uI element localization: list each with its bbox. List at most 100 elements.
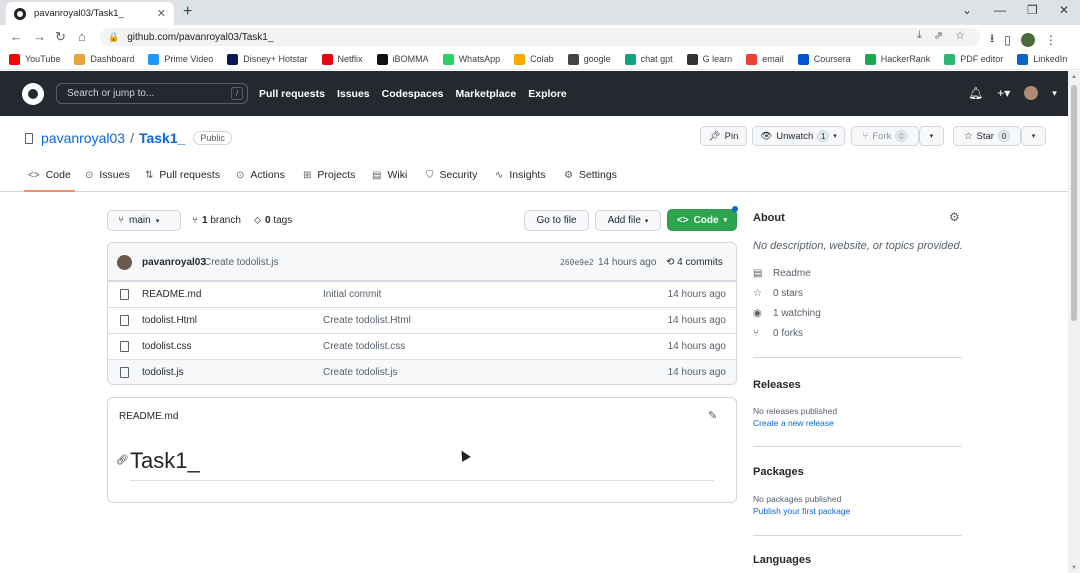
- tab-settings[interactable]: ⚙ Settings: [564, 169, 617, 181]
- nav-codespaces[interactable]: Codespaces: [382, 88, 444, 100]
- commit-author-avatar[interactable]: [117, 255, 132, 270]
- tab-search-icon[interactable]: ⌄: [962, 3, 972, 17]
- bookmark-item[interactable]: PDF editor: [944, 53, 1003, 65]
- file-commit-message-link[interactable]: Create todolist.css: [323, 341, 405, 352]
- tab-issues[interactable]: ⊙ Issues: [85, 169, 130, 181]
- branch-select[interactable]: ⑂ main ▾: [107, 210, 181, 231]
- tab-projects[interactable]: ⊞ Projects: [303, 169, 355, 181]
- download-icon[interactable]: ⭳: [990, 29, 994, 50]
- create-new-icon[interactable]: +▾: [997, 86, 1010, 100]
- fork-dropdown-button[interactable]: ▾: [919, 126, 944, 146]
- add-file-button[interactable]: Add file ▾: [595, 210, 661, 231]
- file-commit-message-link[interactable]: Initial commit: [323, 289, 381, 300]
- tab-actions[interactable]: ⊙ Actions: [236, 169, 285, 181]
- sidepanel-icon[interactable]: ▯: [1004, 33, 1011, 47]
- unwatch-button[interactable]: 👁︎ Unwatch 1 ▾: [752, 126, 845, 146]
- bookmark-item[interactable]: google: [567, 53, 611, 65]
- sidebar-divider: [753, 357, 962, 358]
- pin-button[interactable]: 📌︎ Pin: [700, 126, 747, 146]
- bookmark-item[interactable]: Colab: [514, 53, 554, 65]
- search-input[interactable]: Search or jump to... /: [56, 83, 248, 104]
- branches-link[interactable]: ⑂ 1 branch: [192, 215, 241, 226]
- bookmark-item[interactable]: G learn: [686, 53, 732, 65]
- avatar-dropdown-icon[interactable]: ▾: [1052, 88, 1057, 99]
- scrollbar-thumb[interactable]: [1071, 85, 1077, 321]
- commit-hash-link[interactable]: 260e9e2: [560, 258, 594, 267]
- bookmark-item[interactable]: email: [746, 53, 784, 65]
- fork-button[interactable]: ⑂ Fork 0: [851, 126, 919, 146]
- bookmark-item[interactable]: Disney+ Hotstar: [227, 53, 308, 65]
- commit-message-link[interactable]: Create todolist.js: [204, 257, 278, 268]
- install-icon[interactable]: ⤓: [917, 29, 922, 42]
- nav-pull-requests[interactable]: Pull requests: [259, 88, 325, 100]
- tab-security[interactable]: ⛉ Security: [426, 169, 477, 181]
- packages-heading[interactable]: Packages: [753, 466, 804, 478]
- tab-code[interactable]: <> Code: [28, 169, 71, 181]
- tab-close-icon[interactable]: ✕: [157, 7, 166, 20]
- tab-pull-requests[interactable]: ⇅ Pull requests: [145, 169, 220, 181]
- bookmark-item[interactable]: chat gpt: [624, 53, 673, 65]
- nav-marketplace[interactable]: Marketplace: [456, 88, 517, 100]
- bookmark-item[interactable]: HackerRank: [864, 53, 930, 65]
- repo-owner-link[interactable]: pavanroyal03: [41, 130, 125, 146]
- bookmark-item[interactable]: Netflix: [321, 53, 363, 65]
- file-commit-message-link[interactable]: Create todolist.Html: [323, 315, 411, 326]
- home-icon[interactable]: ⌂: [78, 29, 86, 44]
- bookmark-item[interactable]: Prime Video: [148, 53, 213, 65]
- minimize-icon[interactable]: —: [994, 3, 1006, 17]
- forward-icon[interactable]: →: [33, 29, 46, 44]
- star-dropdown-button[interactable]: ▾: [1021, 126, 1046, 146]
- maximize-icon[interactable]: ❐: [1027, 3, 1038, 17]
- back-icon[interactable]: ←: [10, 29, 23, 44]
- releases-heading[interactable]: Releases: [753, 379, 801, 391]
- stars-link[interactable]: ☆ 0 stars: [753, 288, 803, 299]
- scroll-down-icon[interactable]: ▼: [1071, 565, 1077, 571]
- nav-issues[interactable]: Issues: [337, 88, 370, 100]
- scroll-up-icon[interactable]: ▲: [1071, 74, 1077, 80]
- forks-link[interactable]: ⑂ 0 forks: [753, 328, 803, 339]
- commits-link[interactable]: ⟲ 4 commits: [666, 257, 723, 268]
- bookmark-item[interactable]: Coursera: [797, 53, 851, 65]
- profile-avatar[interactable]: [1020, 32, 1035, 47]
- commit-author-link[interactable]: pavanroyal03: [142, 257, 206, 268]
- pull-request-icon: ⇅: [145, 169, 154, 181]
- bookmark-item[interactable]: WhatsApp: [442, 53, 500, 65]
- github-logo-icon[interactable]: [22, 83, 44, 105]
- create-release-link[interactable]: Create a new release: [753, 418, 834, 428]
- nav-explore[interactable]: Explore: [528, 88, 567, 100]
- bookmark-item[interactable]: Dashboard: [74, 53, 134, 65]
- lock-icon[interactable]: 🔒: [108, 32, 119, 43]
- tab-wiki[interactable]: ▤ Wiki: [372, 169, 407, 181]
- reload-icon[interactable]: ↻: [55, 29, 66, 45]
- readme-link[interactable]: ▤ Readme: [753, 268, 811, 279]
- window-close-icon[interactable]: ✕: [1059, 3, 1069, 17]
- publish-package-link[interactable]: Publish your first package: [753, 506, 850, 516]
- star-button[interactable]: ☆ Star 0: [953, 126, 1021, 146]
- anchor-link-icon[interactable]: 🔗︎: [116, 455, 129, 466]
- tags-link[interactable]: ⬦ 0 tags: [254, 215, 292, 226]
- file-name-link[interactable]: todolist.Html: [142, 315, 197, 326]
- repo-name-link[interactable]: Task1_: [139, 130, 185, 146]
- notifications-bell-icon[interactable]: 🔔︎: [968, 86, 983, 100]
- file-name-link[interactable]: todolist.css: [142, 341, 191, 352]
- go-to-file-button[interactable]: Go to file: [524, 210, 589, 231]
- browser-tab[interactable]: pavanroyal03/Task1_ ✕: [6, 2, 174, 25]
- watching-link[interactable]: ◉ 1 watching: [753, 308, 821, 319]
- bookmark-item[interactable]: YouTube: [9, 53, 60, 65]
- bookmark-star-icon[interactable]: ☆: [955, 29, 965, 42]
- code-button[interactable]: <> Code ▾: [667, 209, 737, 231]
- tab-insights[interactable]: ∿ Insights: [495, 169, 546, 181]
- url-field[interactable]: 🔒 github.com/pavanroyal03/Task1_: [100, 28, 980, 46]
- about-settings-gear-icon[interactable]: ⚙: [949, 210, 960, 224]
- new-tab-button[interactable]: +: [183, 3, 192, 21]
- menu-icon[interactable]: ⋮: [1045, 33, 1057, 47]
- user-avatar[interactable]: [1024, 86, 1039, 100]
- page-scrollbar[interactable]: ▲ ▼: [1068, 71, 1080, 573]
- bookmark-item[interactable]: LinkedIn: [1017, 53, 1067, 65]
- share-icon[interactable]: ⇗: [934, 29, 943, 42]
- file-name-link[interactable]: README.md: [142, 289, 201, 300]
- bookmark-item[interactable]: iBOMMA: [376, 53, 429, 65]
- edit-pencil-icon[interactable]: ✎: [708, 409, 717, 422]
- file-name-link[interactable]: todolist.js: [142, 367, 184, 378]
- file-commit-message-link[interactable]: Create todolist.js: [323, 367, 397, 378]
